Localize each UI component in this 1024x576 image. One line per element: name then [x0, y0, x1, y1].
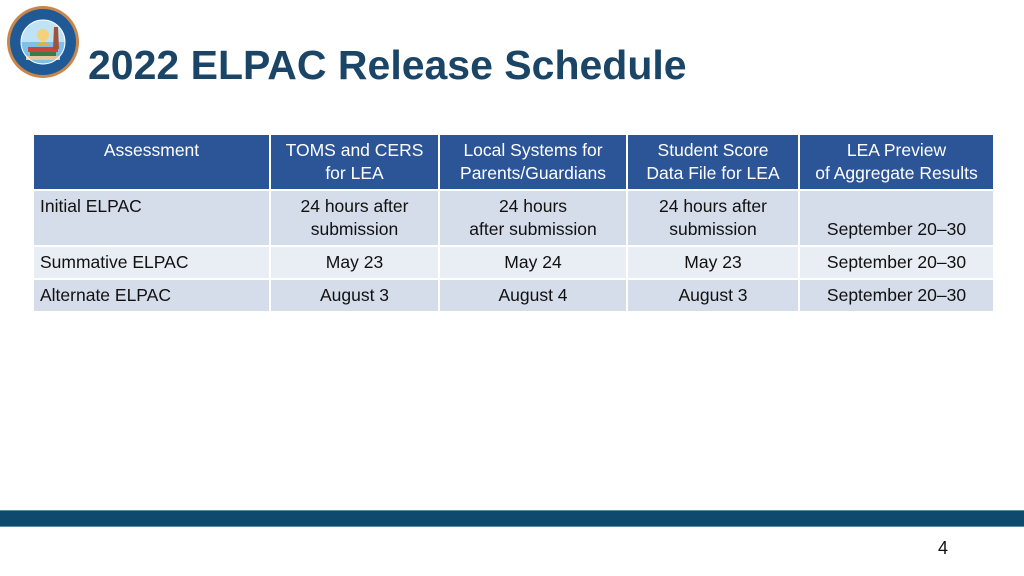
- header-line: Data File for LEA: [646, 163, 780, 183]
- cell-local-systems: May 24: [438, 245, 628, 280]
- table-row: Alternate ELPAC August 3 August 4 August…: [32, 278, 995, 313]
- release-schedule-table: Assessment TOMS and CERS for LEA Local Sy…: [32, 133, 995, 313]
- column-header-score-data-file: Student Score Data File for LEA: [626, 133, 800, 191]
- column-header-toms-cers: TOMS and CERS for LEA: [269, 133, 440, 191]
- footer-band: [0, 510, 1024, 527]
- cell-local-systems: 24 hours after submission: [438, 189, 628, 247]
- page-title: 2022 ELPAC Release Schedule: [88, 42, 687, 88]
- cell-toms-cers: 24 hours after submission: [269, 189, 440, 247]
- cell-lea-preview: September 20–30: [798, 245, 995, 280]
- cell-line: 24 hours: [498, 196, 568, 216]
- header-line: Student Score: [657, 140, 769, 160]
- cell-toms-cers: August 3: [269, 278, 440, 313]
- cell-lea-preview: September 20–30: [798, 278, 995, 313]
- column-header-assessment: Assessment: [32, 133, 271, 191]
- cell-local-systems: August 4: [438, 278, 628, 313]
- cell-line: 24 hours after: [300, 196, 409, 216]
- cell-score-data-file: May 23: [626, 245, 800, 280]
- cell-line: 24 hours after: [659, 196, 767, 216]
- table-row: Summative ELPAC May 23 May 24 May 23 Sep…: [32, 245, 995, 280]
- header-line: Assessment: [103, 140, 200, 160]
- column-header-local-systems: Local Systems for Parents/Guardians: [438, 133, 628, 191]
- cell-line: submission: [310, 219, 399, 239]
- page-number: 4: [938, 538, 949, 558]
- column-header-lea-preview: LEA Preview of Aggregate Results: [798, 133, 995, 191]
- header-line: Parents/Guardians: [460, 163, 606, 183]
- header-line: Local Systems for: [463, 140, 603, 160]
- california-department-of-education-seal-logo: [6, 5, 80, 79]
- header-line: TOMS and CERS: [285, 140, 424, 160]
- table-row: Initial ELPAC 24 hours after submission 2…: [32, 189, 995, 247]
- cell-lea-preview: September 20–30: [798, 189, 995, 247]
- cell-assessment: Initial ELPAC: [32, 189, 271, 247]
- cell-score-data-file: August 3: [626, 278, 800, 313]
- cell-line: submission: [669, 219, 757, 239]
- cell-score-data-file: 24 hours after submission: [626, 189, 800, 247]
- header-line: of Aggregate Results: [815, 163, 978, 183]
- header-line: for LEA: [325, 163, 384, 183]
- cell-line: after submission: [469, 219, 597, 239]
- cell-assessment: Summative ELPAC: [32, 245, 271, 280]
- cell-toms-cers: May 23: [269, 245, 440, 280]
- table-header-row: Assessment TOMS and CERS for LEA Local Sy…: [32, 133, 995, 191]
- header-line: LEA Preview: [846, 140, 947, 160]
- cell-assessment: Alternate ELPAC: [32, 278, 271, 313]
